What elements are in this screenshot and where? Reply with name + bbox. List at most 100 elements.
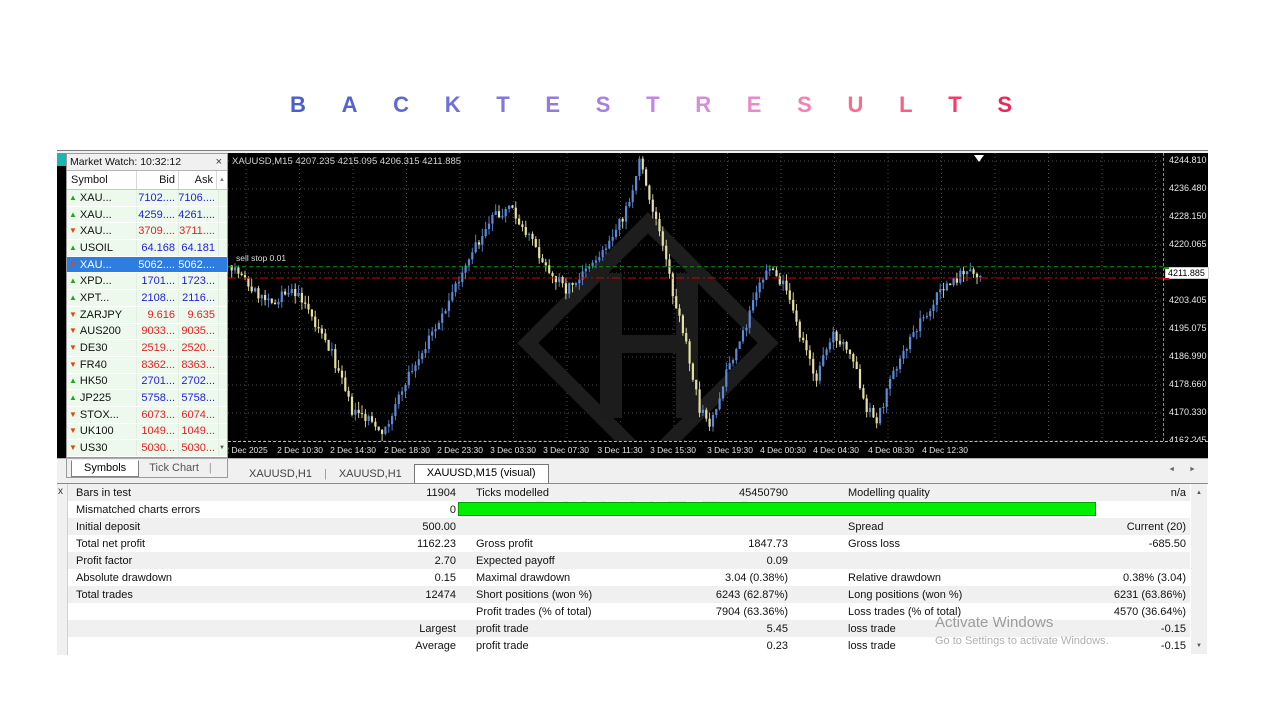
market-watch-row[interactable]: ▲ XPD... 1701... 1723... bbox=[67, 273, 227, 291]
time-tick: 4 Dec 04:30 bbox=[813, 445, 859, 455]
metric-value: Current (20) bbox=[1126, 520, 1186, 533]
market-watch-row[interactable]: ▼ US30 5030... 5030... ▼ bbox=[67, 440, 227, 457]
metric-label: Gross loss bbox=[848, 537, 900, 550]
results-row: Initial deposit 500.00 Spread Current (20) bbox=[68, 518, 1190, 535]
scroll-down-icon[interactable]: ▼ bbox=[219, 445, 227, 451]
metric-label: Spread bbox=[848, 520, 884, 533]
column-bid[interactable]: Bid bbox=[137, 171, 179, 189]
metric-value: 0.15 bbox=[434, 571, 456, 584]
bid-cell: 7102.... bbox=[137, 190, 179, 206]
metric-label: Maximal drawdown bbox=[476, 571, 571, 584]
price-axis[interactable]: 4244.810 4236.480 4228.150 4220.065 4211.885… bbox=[1163, 153, 1209, 445]
metric-value: 1847.73 bbox=[748, 537, 788, 550]
current-price-label: 4211.885 bbox=[1165, 267, 1209, 279]
market-watch-row[interactable]: ▲ XAU... 7102.... 7106.... bbox=[67, 190, 227, 207]
chart-tabs: XAUUSD,H1 | XAUUSD,H1 XAUUSD,M15 (visual) bbox=[237, 464, 549, 484]
symbol-cell: ▲ HK50 bbox=[67, 373, 137, 390]
title-letter: A bbox=[341, 92, 358, 117]
time-axis[interactable]: 2 Dec 2025 2 Dec 10:30 2 Dec 14:30 2 Dec 18… bbox=[228, 441, 1208, 458]
arrow-down-icon: ▼ bbox=[69, 226, 77, 236]
metric-value: 3.04 (0.38%) bbox=[725, 571, 788, 584]
scroll-up-icon[interactable]: ▲ bbox=[217, 177, 227, 183]
close-icon[interactable]: x bbox=[58, 486, 63, 497]
symbol-cell: ▲ USOIL bbox=[67, 240, 137, 256]
market-watch-row[interactable]: ▼ XAU... 3709.... 3711.... bbox=[67, 223, 227, 241]
arrow-down-icon: ▼ bbox=[69, 443, 77, 453]
price-tick: 4220.065 bbox=[1169, 239, 1207, 249]
symbol-name: UK100 bbox=[79, 425, 114, 438]
column-symbol[interactable]: Symbol bbox=[67, 171, 137, 189]
ask-cell: 5062.... bbox=[178, 258, 215, 271]
bid-cell: 5758... bbox=[137, 390, 179, 406]
metric-value: 11904 bbox=[426, 486, 456, 499]
sell-line-mark bbox=[1164, 278, 1169, 280]
market-watch-row[interactable]: ▲ XPT... 2108... 2116... bbox=[67, 290, 227, 307]
symbol-cell: ▼ ZARJPY bbox=[67, 306, 137, 323]
market-watch-row[interactable]: ▼ FR40 8362... 8363... bbox=[67, 356, 227, 374]
market-watch-row[interactable]: ▲ XAU... 4259.... 4261.... bbox=[67, 206, 227, 224]
symbol-name: ZARJPY bbox=[79, 308, 123, 321]
tab-symbols[interactable]: Symbols bbox=[71, 459, 140, 477]
metric-value: -0.15 bbox=[1160, 639, 1186, 652]
ask-cell: 1049... bbox=[179, 423, 219, 440]
metric-value: 0.09 bbox=[766, 554, 788, 567]
symbol-name: HK50 bbox=[79, 375, 108, 388]
metric-label: profit trade bbox=[476, 622, 529, 635]
market-watch-row[interactable]: ▲ USOIL 64.168 64.181 bbox=[67, 240, 227, 257]
arrow-down-icon: ▼ bbox=[69, 343, 77, 353]
market-watch-row[interactable]: ▼ AUS200 9033... 9035... bbox=[67, 323, 227, 341]
metric-label: Long positions (won %) bbox=[848, 588, 963, 601]
mt4-window: Market Watch: 10:32:12 × Symbol Bid Ask … bbox=[57, 150, 1209, 655]
arrow-down-icon: ▼ bbox=[69, 409, 77, 419]
metric-label: Bars in test bbox=[76, 486, 132, 499]
results-scrollbar[interactable]: ▲ ▼ bbox=[1191, 484, 1207, 654]
chart-tab[interactable]: XAUUSD,H1 bbox=[237, 466, 324, 482]
chart-tab[interactable]: XAUUSD,H1 bbox=[327, 466, 414, 482]
order-label: sell stop 0.01 bbox=[236, 253, 287, 263]
tab-scroll-arrows[interactable]: ◄ ► bbox=[1168, 466, 1202, 473]
chart-tab[interactable]: XAUUSD,M15 (visual) bbox=[413, 464, 549, 484]
price-tick: 4203.405 bbox=[1169, 295, 1207, 305]
scroll-down-icon[interactable]: ▼ bbox=[1191, 638, 1207, 653]
tab-strip: Symbols Tick Chart | XAUUSD,H1 | XAUUSD,H1 XA… bbox=[57, 458, 1208, 484]
column-ask[interactable]: Ask bbox=[179, 171, 217, 189]
symbol-cell: ▼ XAU... bbox=[67, 257, 137, 273]
ask-cell: 9035... bbox=[179, 323, 219, 340]
time-tick: 2 Dec 10:30 bbox=[277, 445, 323, 455]
results-row: Total net profit 1162.23 Gross profit 1847.… bbox=[68, 535, 1190, 552]
bid-cell: 8362... bbox=[137, 356, 179, 373]
market-watch-row[interactable]: ▲ JP225 5758... 5758... bbox=[67, 390, 227, 407]
ask-cell: 6074... bbox=[179, 406, 219, 423]
metric-value: 7904 (63.36%) bbox=[715, 605, 788, 618]
metric-value: n/a bbox=[1170, 486, 1186, 499]
bid-cell: 3709.... bbox=[137, 223, 179, 240]
scroll-up-icon[interactable]: ▲ bbox=[1191, 485, 1207, 500]
market-watch-row[interactable]: ▼ ZARJPY 9.616 9.635 bbox=[67, 306, 227, 324]
title-letter: U bbox=[847, 92, 864, 117]
arrow-down-icon: ▼ bbox=[69, 426, 77, 436]
market-watch-row[interactable]: ▼ UK100 1049... 1049... bbox=[67, 423, 227, 441]
close-icon[interactable]: × bbox=[214, 156, 224, 168]
symbol-cell: ▲ XAU... bbox=[67, 190, 137, 206]
metric-value: 6231 (63.86%) bbox=[1113, 588, 1186, 601]
time-tick: 3 Dec 11:30 bbox=[597, 445, 643, 455]
market-watch-row[interactable]: ▼ XAU... 5062.... 5062.... bbox=[67, 256, 227, 274]
chart-plot[interactable]: XAUUSD,M15 4207.235 4215.095 4206.315 42… bbox=[228, 153, 1163, 441]
tab-tick-chart[interactable]: Tick Chart bbox=[139, 461, 209, 475]
results-row: Profit factor 2.70 Expected payoff 0.09 bbox=[68, 552, 1190, 569]
results-row: Total trades 12474 Short positions (won %)… bbox=[68, 586, 1190, 603]
ask-cell: 5758... bbox=[179, 390, 219, 406]
metric-value: 2.70 bbox=[434, 554, 456, 567]
metric-value: 0.38% (3.04) bbox=[1123, 571, 1186, 584]
bid-cell: 2519... bbox=[137, 340, 179, 356]
market-watch-row[interactable]: ▼ STOX... 6073... 6074... bbox=[67, 406, 227, 424]
metric-value: 5.45 bbox=[766, 622, 788, 635]
symbol-cell: ▼ DE30 bbox=[67, 340, 137, 356]
market-watch-row[interactable]: ▼ DE30 2519... 2520... bbox=[67, 340, 227, 357]
market-watch-row[interactable]: ▲ HK50 2701... 2702... bbox=[67, 373, 227, 391]
title-letter: T bbox=[496, 92, 510, 117]
metric-value: 500.00 bbox=[422, 520, 456, 533]
price-tick: 4244.810 bbox=[1169, 155, 1207, 165]
time-tick: 3 Dec 07:30 bbox=[543, 445, 589, 455]
symbol-cell: ▲ XAU... bbox=[67, 206, 137, 223]
